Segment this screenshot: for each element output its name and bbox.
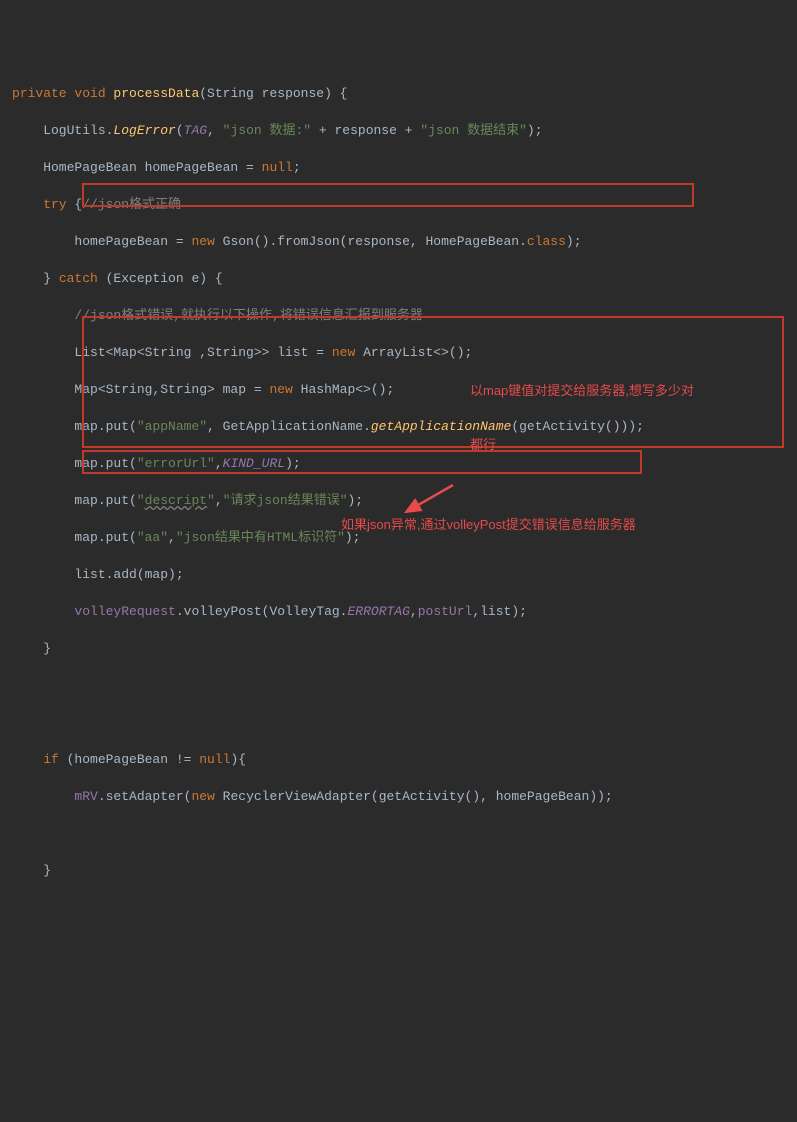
code-line: if (homePageBean != null){ xyxy=(0,749,797,771)
code-line xyxy=(0,675,797,697)
code-text: (String response) { xyxy=(199,86,347,101)
code-line: } catch (Exception e) { xyxy=(0,268,797,290)
code-line: //json格式错误,就执行以下操作,将错误信息汇报到服务器 xyxy=(0,305,797,327)
code-line: homePageBean = new Gson().fromJson(respo… xyxy=(0,231,797,253)
keyword: private void xyxy=(12,86,106,101)
code-line: LogUtils.LogError(TAG, "json 数据:" + resp… xyxy=(0,120,797,142)
code-line: } xyxy=(0,860,797,882)
code-editor[interactable]: private void processData(String response… xyxy=(0,68,797,1047)
code-line: private void processData(String response… xyxy=(0,83,797,105)
code-line: volleyRequest.volleyPost(VolleyTag.ERROR… xyxy=(0,601,797,623)
code-line: list.add(map); xyxy=(0,564,797,586)
method-name: processData xyxy=(106,86,200,101)
code-line: HomePageBean homePageBean = null; xyxy=(0,157,797,179)
code-line: mRV.setAdapter(new RecyclerViewAdapter(g… xyxy=(0,786,797,808)
code-line: try {//json格式正确 xyxy=(0,194,797,216)
code-line: } xyxy=(0,638,797,660)
annotation-text: 如果json异常,通过volleyPost提交错误信息给服务器 xyxy=(341,514,636,533)
code-line xyxy=(0,712,797,734)
code-line xyxy=(0,823,797,845)
annotation-text: 以map键值对提交给服务器,想写多少对 都行 xyxy=(470,346,694,472)
arrow-icon xyxy=(398,482,458,516)
